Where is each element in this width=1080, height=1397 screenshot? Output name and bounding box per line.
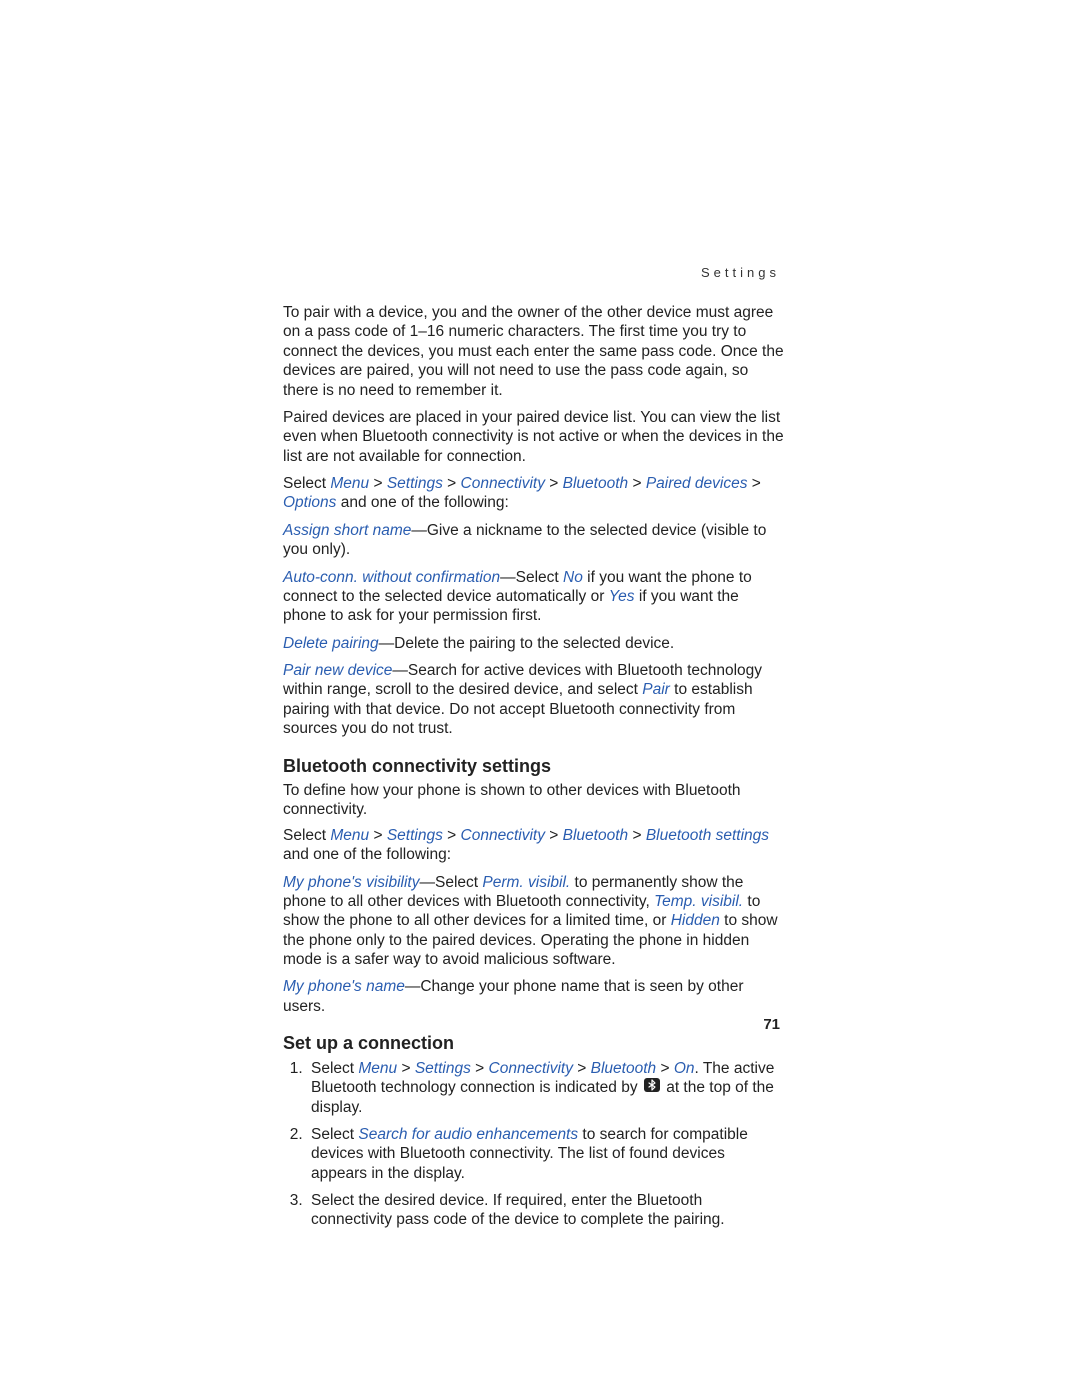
separator: >	[545, 827, 563, 844]
document-page: Settings To pair with a device, you and …	[0, 0, 1080, 1397]
breadcrumb-menu: Menu	[358, 1060, 397, 1077]
breadcrumb-menu: Menu	[330, 475, 369, 492]
breadcrumb-settings: Settings	[415, 1060, 471, 1077]
option-label: Assign short name	[283, 522, 411, 539]
value-on: On	[674, 1060, 695, 1077]
separator: >	[369, 827, 387, 844]
heading-setup-connection: Set up a connection	[283, 1032, 785, 1055]
separator: >	[397, 1060, 415, 1077]
text: Select	[311, 1126, 358, 1143]
text: and one of the following:	[336, 494, 508, 511]
text: and one of the following:	[283, 846, 451, 863]
breadcrumb-bluetooth: Bluetooth	[591, 1060, 657, 1077]
text: Select	[283, 475, 330, 492]
value-pair: Pair	[642, 681, 670, 698]
breadcrumb-bluetooth: Bluetooth	[563, 827, 629, 844]
value-no: No	[563, 569, 583, 586]
running-header: Settings	[701, 265, 780, 281]
list-item: Select Menu > Settings > Connectivity > …	[307, 1059, 785, 1117]
breadcrumb-menu: Menu	[330, 827, 369, 844]
separator: >	[443, 475, 461, 492]
list-item: Select the desired device. If required, …	[307, 1191, 785, 1230]
option-label: Pair new device	[283, 662, 392, 679]
text: —Select	[419, 874, 482, 891]
separator: >	[656, 1060, 674, 1077]
option-label: My phone's name	[283, 978, 405, 995]
option-label: Delete pairing	[283, 635, 379, 652]
option-delete-pairing: Delete pairing—Delete the pairing to the…	[283, 634, 785, 653]
breadcrumb-connectivity: Connectivity	[489, 1060, 573, 1077]
option-phone-name: My phone's name—Change your phone name t…	[283, 977, 785, 1016]
heading-bt-connectivity-settings: Bluetooth connectivity settings	[283, 755, 785, 778]
option-pair-new: Pair new device—Search for active device…	[283, 661, 785, 739]
option-auto-conn: Auto-conn. without confirmation—Select N…	[283, 568, 785, 626]
separator: >	[369, 475, 387, 492]
text: Select	[311, 1060, 358, 1077]
option-text: —Delete the pairing to the selected devi…	[379, 635, 675, 652]
breadcrumb-bluetooth: Bluetooth	[563, 475, 629, 492]
breadcrumb-settings: Settings	[387, 475, 443, 492]
separator: >	[628, 827, 646, 844]
breadcrumb-bt-settings: Bluetooth settings	[646, 827, 769, 844]
separator: >	[471, 1060, 489, 1077]
option-label: My phone's visibility	[283, 874, 419, 891]
breadcrumb-connectivity: Connectivity	[461, 827, 545, 844]
value-hidden: Hidden	[671, 912, 720, 929]
separator: >	[628, 475, 646, 492]
separator: >	[747, 475, 760, 492]
page-number: 71	[763, 1016, 780, 1035]
paragraph-select-path: Select Menu > Settings > Connectivity > …	[283, 474, 785, 513]
text: Select	[283, 827, 330, 844]
list-item: Select Search for audio enhancements to …	[307, 1125, 785, 1183]
value-temp-visibil: Temp. visibil.	[654, 893, 743, 910]
breadcrumb-connectivity: Connectivity	[461, 475, 545, 492]
option-phone-visibility: My phone's visibility—Select Perm. visib…	[283, 873, 785, 970]
option-assign-short-name: Assign short name—Give a nickname to the…	[283, 521, 785, 560]
bluetooth-icon	[644, 1078, 660, 1097]
value-yes: Yes	[609, 588, 635, 605]
paragraph-define: To define how your phone is shown to oth…	[283, 781, 785, 820]
paragraph-paired-list: Paired devices are placed in your paired…	[283, 408, 785, 466]
separator: >	[545, 475, 563, 492]
breadcrumb-options: Options	[283, 494, 336, 511]
paragraph-pairing-intro: To pair with a device, you and the owner…	[283, 303, 785, 400]
breadcrumb-settings: Settings	[387, 827, 443, 844]
text: —Select	[500, 569, 563, 586]
paragraph-select-path-2: Select Menu > Settings > Connectivity > …	[283, 826, 785, 865]
separator: >	[573, 1060, 591, 1077]
breadcrumb-paired-devices: Paired devices	[646, 475, 748, 492]
body-content: To pair with a device, you and the owner…	[283, 303, 785, 1230]
value-perm-visibil: Perm. visibil.	[482, 874, 570, 891]
setup-steps-list: Select Menu > Settings > Connectivity > …	[283, 1059, 785, 1230]
option-label: Auto-conn. without confirmation	[283, 569, 500, 586]
separator: >	[443, 827, 461, 844]
value-search-audio: Search for audio enhancements	[358, 1126, 578, 1143]
